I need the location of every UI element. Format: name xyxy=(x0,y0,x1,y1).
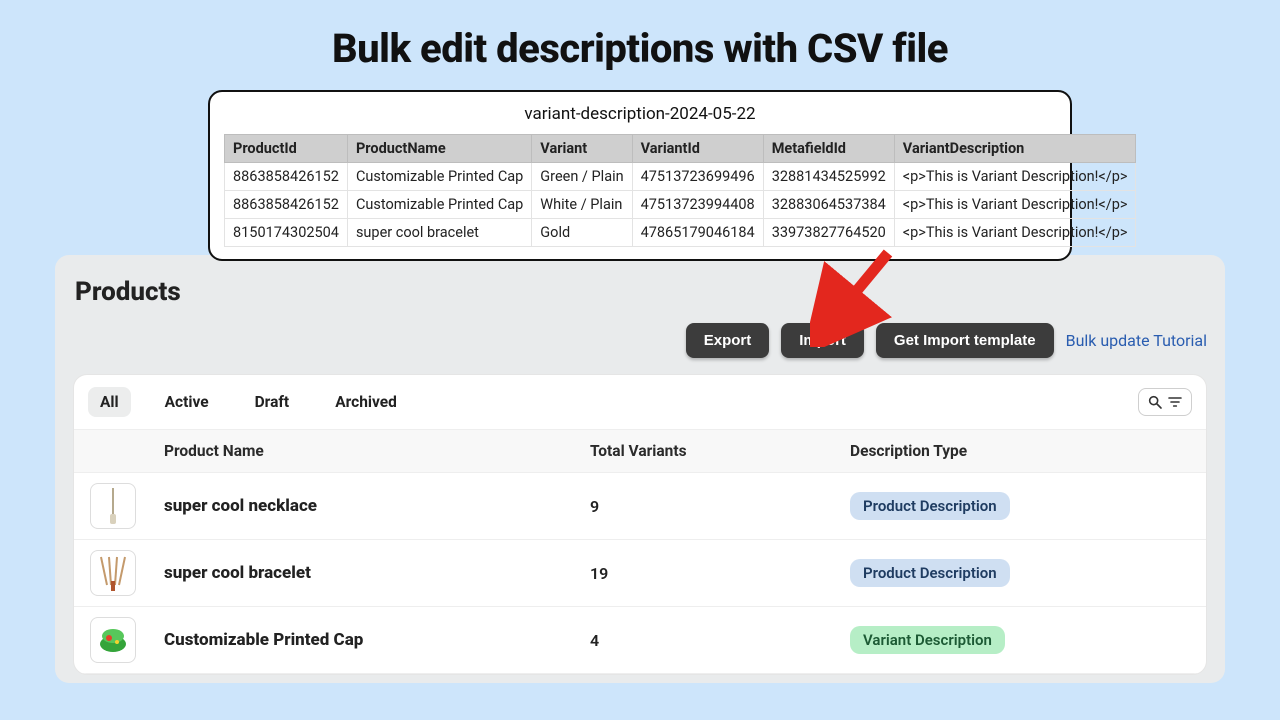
product-thumbnail xyxy=(90,483,136,529)
bulk-update-tutorial-link[interactable]: Bulk update Tutorial xyxy=(1066,331,1207,350)
tab-active[interactable]: Active xyxy=(153,387,221,417)
csv-cell: Customizable Printed Cap xyxy=(347,163,531,191)
csv-header-variantid: VariantId xyxy=(632,135,763,163)
csv-cell: White / Plain xyxy=(532,191,632,219)
csv-header-metafieldid: MetafieldId xyxy=(763,135,894,163)
table-row[interactable]: super cool necklace 9 Product Descriptio… xyxy=(74,473,1206,540)
tab-all[interactable]: All xyxy=(88,387,131,417)
csv-cell: Customizable Printed Cap xyxy=(347,191,531,219)
col-description-type: Description Type xyxy=(850,442,1190,460)
product-variant-count: 9 xyxy=(590,497,850,516)
csv-cell: <p>This is Variant Description!</p> xyxy=(894,219,1136,247)
csv-cell: 47865179046184 xyxy=(632,219,763,247)
csv-cell: 32883064537384 xyxy=(763,191,894,219)
tabs-row: All Active Draft Archived xyxy=(74,375,1206,430)
csv-header-productid: ProductId xyxy=(225,135,348,163)
filter-icon xyxy=(1167,394,1183,410)
search-filter-button[interactable] xyxy=(1138,388,1192,416)
csv-row: 8150174302504 super cool bracelet Gold 4… xyxy=(225,219,1136,247)
toolbar: Export Import Get Import template Bulk u… xyxy=(73,315,1207,374)
csv-header-productname: ProductName xyxy=(347,135,531,163)
csv-cell: 47513723994408 xyxy=(632,191,763,219)
import-button[interactable]: Import xyxy=(781,323,864,358)
products-card: All Active Draft Archived Product Name T… xyxy=(73,374,1207,675)
csv-cell: Gold xyxy=(532,219,632,247)
csv-cell: 33973827764520 xyxy=(763,219,894,247)
product-name: super cool necklace xyxy=(164,496,590,516)
col-product-name: Product Name xyxy=(164,442,590,460)
csv-header-variantdescription: VariantDescription xyxy=(894,135,1136,163)
csv-cell: 32881434525992 xyxy=(763,163,894,191)
export-button[interactable]: Export xyxy=(686,323,770,358)
csv-preview-window: variant-description-2024-05-22 ProductId… xyxy=(208,90,1072,261)
search-icon xyxy=(1147,394,1163,410)
tab-draft[interactable]: Draft xyxy=(243,387,302,417)
get-import-template-button[interactable]: Get Import template xyxy=(876,323,1054,358)
csv-cell: 8863858426152 xyxy=(225,163,348,191)
csv-cell: 8150174302504 xyxy=(225,219,348,247)
table-row[interactable]: super cool bracelet 19 Product Descripti… xyxy=(74,540,1206,607)
table-row[interactable]: Customizable Printed Cap 4 Variant Descr… xyxy=(74,607,1206,674)
csv-cell: <p>This is Variant Description!</p> xyxy=(894,191,1136,219)
product-variant-count: 4 xyxy=(590,631,850,650)
description-type-badge: Product Description xyxy=(850,559,1010,587)
col-total-variants: Total Variants xyxy=(590,442,850,460)
csv-cell: <p>This is Variant Description!</p> xyxy=(894,163,1136,191)
product-variant-count: 19 xyxy=(590,564,850,583)
product-name: Customizable Printed Cap xyxy=(164,630,590,650)
tab-archived[interactable]: Archived xyxy=(323,387,409,417)
products-heading: Products xyxy=(73,273,1207,315)
page-title: Bulk edit descriptions with CSV file xyxy=(0,0,1280,90)
product-thumbnail xyxy=(90,550,136,596)
description-type-badge: Product Description xyxy=(850,492,1010,520)
table-header: Product Name Total Variants Description … xyxy=(74,430,1206,473)
product-name: super cool bracelet xyxy=(164,563,590,583)
csv-row: 8863858426152 Customizable Printed Cap W… xyxy=(225,191,1136,219)
csv-header-variant: Variant xyxy=(532,135,632,163)
product-thumbnail xyxy=(90,617,136,663)
products-panel: Products Export Import Get Import templa… xyxy=(55,255,1225,683)
csv-cell: super cool bracelet xyxy=(347,219,531,247)
csv-cell: 47513723699496 xyxy=(632,163,763,191)
csv-table: ProductId ProductName Variant VariantId … xyxy=(224,134,1136,247)
csv-cell: Green / Plain xyxy=(532,163,632,191)
csv-row: 8863858426152 Customizable Printed Cap G… xyxy=(225,163,1136,191)
csv-filename: variant-description-2024-05-22 xyxy=(224,102,1056,134)
description-type-badge: Variant Description xyxy=(850,626,1005,654)
csv-cell: 8863858426152 xyxy=(225,191,348,219)
